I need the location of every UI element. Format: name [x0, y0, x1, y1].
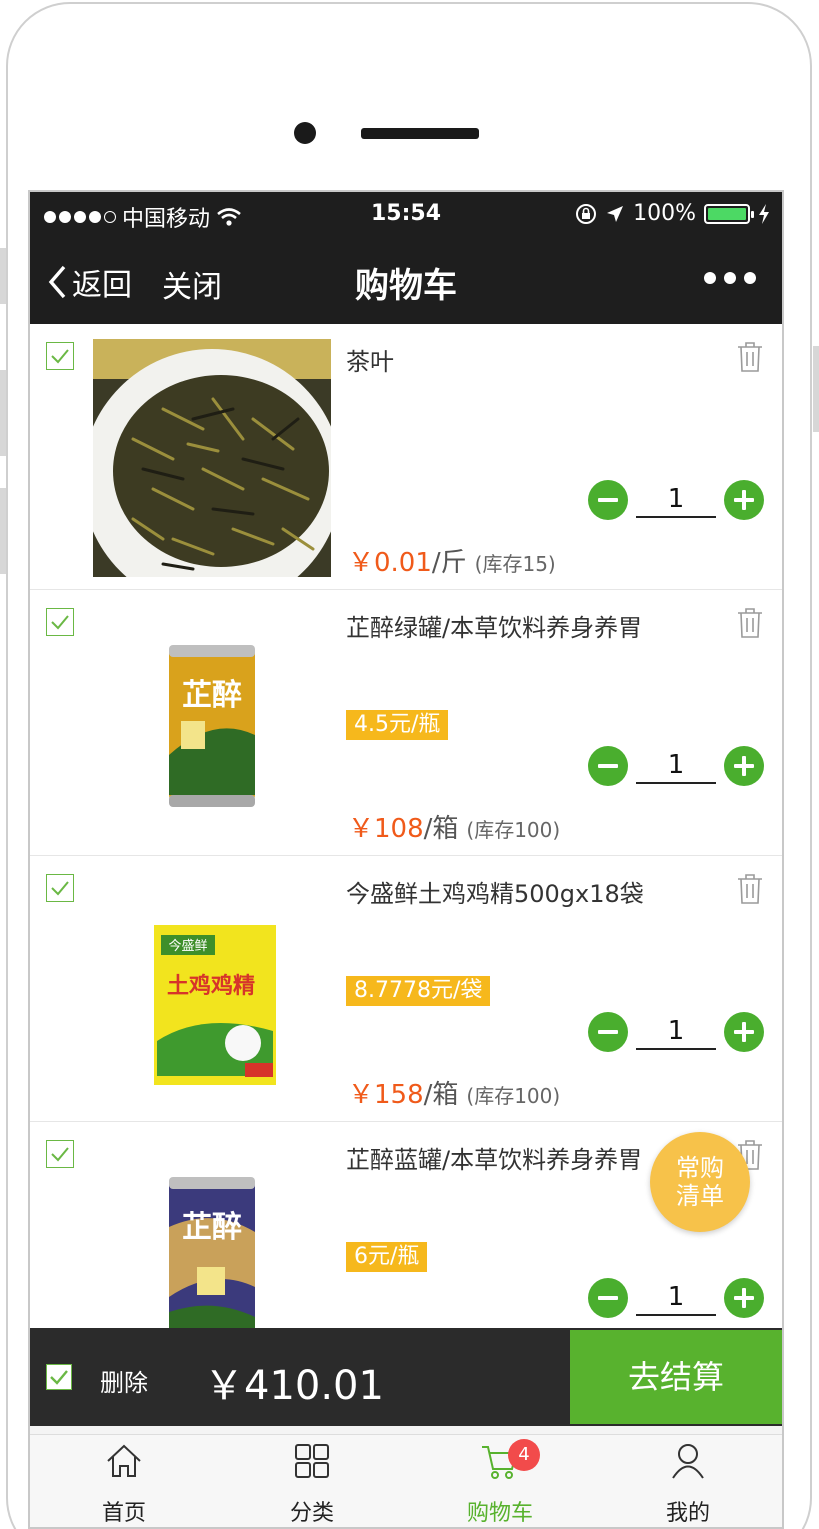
item-price: ￥0.01/斤 (库存15) [348, 542, 556, 579]
navigation-bar: 返回 关闭 购物车 [30, 236, 782, 324]
item-name[interactable]: 茶叶 [346, 342, 394, 377]
cart-item: 茶叶 1 ￥0.01/斤 (库存15) [30, 324, 782, 590]
svg-text:今盛鲜: 今盛鲜 [168, 938, 207, 954]
power-button [813, 346, 819, 432]
charging-icon [759, 203, 769, 224]
quantity-stepper: 1 [586, 1010, 766, 1054]
location-icon [607, 205, 624, 222]
item-checkbox[interactable] [46, 608, 74, 636]
unit-price-tag: 4.5元/瓶 [346, 710, 449, 740]
battery-icon [704, 203, 754, 224]
decrease-button[interactable] [588, 746, 628, 786]
unit-price-tag: 6元/瓶 [346, 1242, 428, 1272]
chicken-essence-bag-image[interactable]: 今盛鲜 土鸡鸡精 [93, 871, 331, 1109]
svg-text:芷醉: 芷醉 [182, 678, 242, 713]
increase-button[interactable] [724, 1278, 764, 1318]
stock-label: (库存100) [466, 818, 561, 842]
item-price: ￥158/箱 (库存100) [348, 1074, 560, 1111]
item-name[interactable]: 芷醉蓝罐/本草饮料养身养胃 [346, 1140, 642, 1175]
quantity-stepper: 1 [586, 478, 766, 522]
home-icon [107, 1444, 141, 1477]
price-unit: /箱 [423, 1080, 459, 1110]
frequent-list-line1: 常购 [676, 1154, 724, 1182]
increase-button[interactable] [724, 746, 764, 786]
checkout-bar: 删除 ￥410.01 去结算 [30, 1328, 782, 1426]
price-value: ￥108 [348, 814, 424, 844]
cart-badge: 4 [508, 1439, 540, 1471]
tab-label: 购物车 [466, 1501, 533, 1526]
increase-button[interactable] [724, 480, 764, 520]
price-value: ￥158 [348, 1080, 424, 1110]
decrease-button[interactable] [588, 480, 628, 520]
tab-category[interactable]: 分类 [218, 1435, 406, 1527]
checkout-button[interactable]: 去结算 [570, 1330, 782, 1424]
price-value: ￥0.01 [348, 548, 432, 578]
more-menu-button[interactable] [704, 272, 756, 284]
decrease-button[interactable] [588, 1012, 628, 1052]
battery-percent: 100% [633, 201, 696, 226]
stock-label: (库存100) [466, 1084, 561, 1108]
item-name[interactable]: 今盛鲜土鸡鸡精500gx18袋 [346, 874, 644, 909]
tab-mine[interactable]: 我的 [594, 1435, 782, 1527]
total-price: ￥410.01 [204, 1363, 384, 1409]
delete-button[interactable]: 删除 [100, 1363, 148, 1398]
check-icon [50, 1370, 68, 1385]
tea-leaves-image[interactable] [93, 339, 331, 577]
frequent-list-line2: 清单 [676, 1182, 724, 1210]
trash-icon[interactable] [736, 341, 764, 373]
tab-label: 我的 [665, 1501, 710, 1526]
quantity-input[interactable]: 1 [636, 482, 716, 518]
unit-price-tag: 8.7778元/袋 [346, 976, 491, 1006]
rotation-lock-icon [576, 203, 597, 224]
price-unit: /箱 [423, 814, 459, 844]
user-icon [672, 1444, 704, 1479]
page-title: 购物车 [355, 266, 457, 306]
svg-text:土鸡鸡精: 土鸡鸡精 [167, 973, 255, 999]
svg-text:芷醉: 芷醉 [182, 1210, 242, 1245]
quantity-input[interactable]: 1 [636, 1280, 716, 1316]
decrease-button[interactable] [588, 1278, 628, 1318]
cart-list: 茶叶 1 ￥0.01/斤 (库存15) 芷醉 芷醉绿罐/本草饮料养身养胃 4.5… [30, 324, 782, 1388]
more-dot-icon [704, 272, 716, 284]
trash-icon[interactable] [736, 873, 764, 905]
zhizui-green-can-image[interactable]: 芷醉 [93, 605, 331, 843]
item-checkbox[interactable] [46, 342, 74, 370]
mute-switch [0, 248, 6, 304]
check-icon [51, 1147, 69, 1162]
volume-down-button [0, 488, 6, 574]
status-bar: 中国移动 15:54 100% [30, 192, 782, 236]
item-checkbox[interactable] [46, 1140, 74, 1168]
tab-cart[interactable]: 4 购物车 [406, 1435, 594, 1527]
front-camera [294, 122, 316, 144]
quantity-input[interactable]: 1 [636, 748, 716, 784]
check-icon [51, 615, 69, 630]
frequent-list-button[interactable]: 常购 清单 [650, 1132, 750, 1232]
quantity-stepper: 1 [586, 1276, 766, 1320]
tab-home[interactable]: 首页 [30, 1435, 218, 1527]
quantity-input[interactable]: 1 [636, 1014, 716, 1050]
app-screen: 中国移动 15:54 100% 返回 关闭 购物车 茶叶 1 ￥0.01/斤 (… [28, 190, 784, 1529]
check-icon [51, 881, 69, 896]
price-unit: /斤 [431, 548, 467, 578]
check-icon [51, 349, 69, 364]
select-all-checkbox[interactable] [46, 1364, 72, 1390]
top-bar: 中国移动 15:54 100% 返回 关闭 购物车 [30, 192, 782, 324]
cart-item: 今盛鲜 土鸡鸡精 今盛鲜土鸡鸡精500gx18袋 8.7778元/袋 1 ￥15… [30, 856, 782, 1122]
speaker-grille [361, 128, 479, 139]
tab-label: 首页 [101, 1501, 146, 1526]
increase-button[interactable] [724, 1012, 764, 1052]
item-name[interactable]: 芷醉绿罐/本草饮料养身养胃 [346, 608, 642, 643]
item-checkbox[interactable] [46, 874, 74, 902]
tab-label: 分类 [289, 1501, 334, 1526]
quantity-stepper: 1 [586, 744, 766, 788]
volume-up-button [0, 370, 6, 456]
stock-label: (库存15) [474, 552, 556, 576]
grid-icon [295, 1444, 329, 1478]
tab-bar: 首页 分类 4 购物车 我的 [30, 1434, 782, 1527]
cart-item: 芷醉 芷醉绿罐/本草饮料养身养胃 4.5元/瓶 1 ￥108/箱 (库存100) [30, 590, 782, 856]
item-price: ￥108/箱 (库存100) [348, 808, 560, 845]
trash-icon[interactable] [736, 607, 764, 639]
